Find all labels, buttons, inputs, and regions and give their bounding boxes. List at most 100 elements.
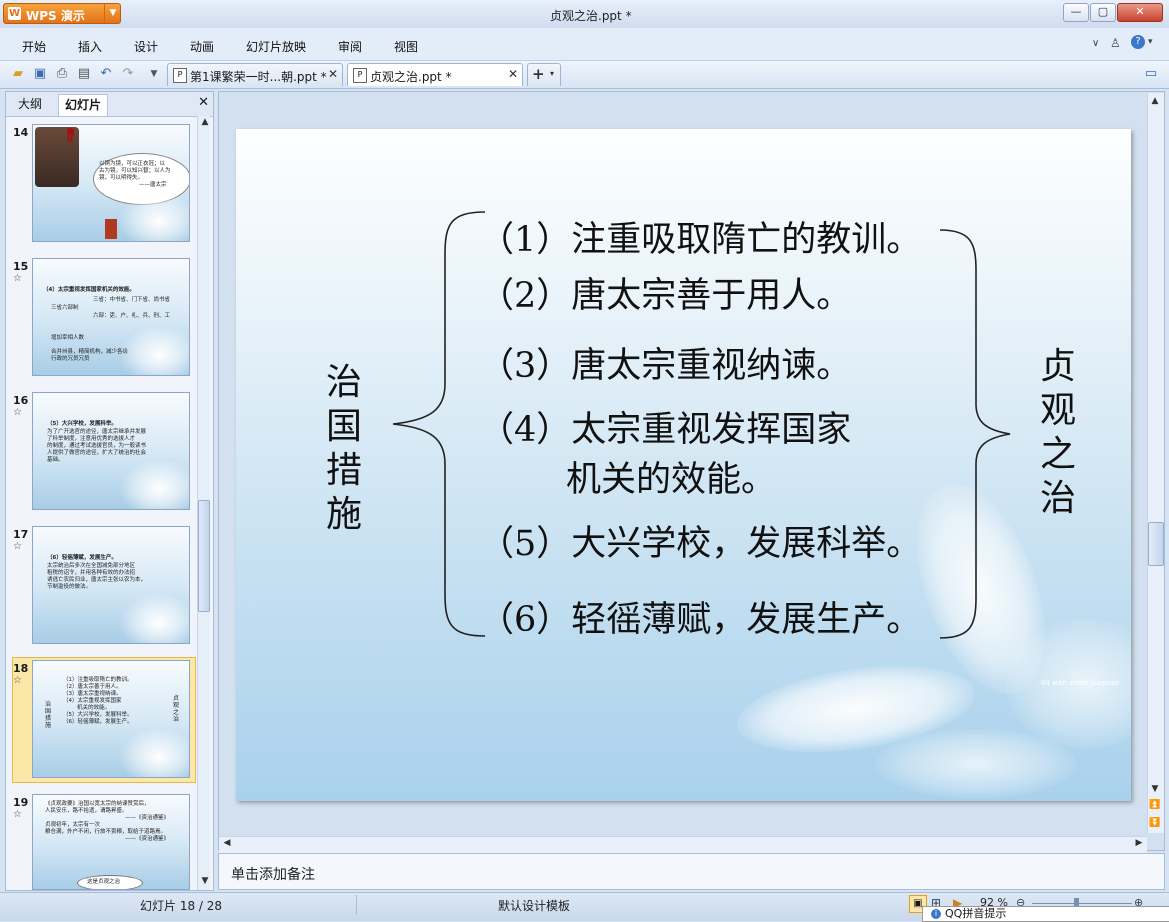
ime-notification-text: QQ拼音提示 bbox=[945, 907, 1007, 920]
thumb-text: 贞观之治 bbox=[173, 695, 180, 723]
tab-slides[interactable]: 幻灯片 bbox=[58, 94, 109, 116]
design-template-label: 默认设计模板 bbox=[498, 899, 571, 913]
decorative-caption: 04 with some purpose bbox=[1041, 679, 1119, 687]
thumb-text: 这是贞观之治 bbox=[87, 879, 121, 885]
slide-thumbnail-14[interactable]: 魏征 以铜为镜，可以正衣冠；以 古为镜，可以知兴替；以人为 镜，可以明得失。 ——唐太… bbox=[32, 124, 190, 242]
thumb-text: 以铜为镜，可以正衣冠；以 古为镜，可以知兴替；以人为 镜，可以明得失。 ——唐太宗 bbox=[99, 161, 171, 188]
chevron-down-icon[interactable]: ▼ bbox=[104, 4, 121, 23]
scroll-down-icon[interactable]: ▼ bbox=[1148, 784, 1162, 794]
slide-number: 15 bbox=[13, 260, 29, 273]
right-brace bbox=[939, 229, 1011, 639]
thumb-text: 三省：中书省、门下省、尚书省 bbox=[93, 297, 171, 303]
panel-scrollbar-thumb[interactable] bbox=[198, 500, 210, 612]
menu-start[interactable]: 开始 bbox=[22, 38, 46, 55]
layout-icon[interactable]: ▭ bbox=[1143, 66, 1159, 82]
ppt-file-icon: P bbox=[353, 68, 367, 83]
toolbar: ▰ ▣ ⎙ ▤ ↶ ↷ ▼ P 第1课繁荣一时...朝.ppt * ✕ P 贞观… bbox=[0, 61, 1169, 89]
close-button[interactable]: ✕ bbox=[1117, 3, 1163, 22]
tab-outline[interactable]: 大纲 bbox=[12, 94, 48, 115]
redo-icon[interactable]: ↷ bbox=[120, 66, 136, 82]
skin-icon[interactable]: ♙ bbox=[1110, 36, 1121, 50]
slide-item-1: （1）注重吸取隋亡的教训。 bbox=[479, 220, 922, 260]
thumb-text: 行政的冗员冗员 bbox=[51, 356, 90, 362]
slide-number: 16 bbox=[13, 394, 29, 407]
tab-document-1[interactable]: P 第1课繁荣一时...朝.ppt * ✕ bbox=[167, 63, 343, 86]
scroll-right-icon[interactable]: ▶ bbox=[1132, 838, 1146, 848]
menu-animation[interactable]: 动画 bbox=[190, 38, 214, 55]
scroll-down-icon[interactable]: ▼ bbox=[198, 876, 212, 886]
scroll-up-icon[interactable]: ▲ bbox=[1148, 96, 1162, 106]
scroll-up-icon[interactable]: ▲ bbox=[198, 117, 212, 127]
wps-logo-icon: W bbox=[8, 7, 21, 20]
slide-item-6: （6）轻徭薄赋，发展生产。 bbox=[479, 600, 922, 640]
scroll-left-icon[interactable]: ◀ bbox=[220, 838, 234, 848]
slide-thumbnail-18[interactable]: 治国措施 （1）注重吸取隋亡的教训。 （2）唐太宗善于用人。 （3）唐太宗重视纳谏。… bbox=[32, 660, 190, 778]
thumb-text: 三省六部制 bbox=[51, 305, 79, 311]
tab-label: 第1课繁荣一时...朝.ppt * bbox=[190, 70, 327, 84]
divider bbox=[356, 895, 357, 915]
maximize-button[interactable]: ▢ bbox=[1090, 3, 1116, 22]
minimize-button[interactable]: — bbox=[1063, 3, 1089, 22]
slide-item-4-cont: 机关的效能。 bbox=[566, 460, 777, 500]
slide-thumbnail-16[interactable]: （5）大兴学校，发展科举。 为了广开选官的途径，唐太宗继承并发展 了科举制度，注意… bbox=[32, 392, 190, 510]
tab-document-2[interactable]: P 贞观之治.ppt * ✕ bbox=[347, 63, 523, 86]
slide-item-5: （5）大兴学校，发展科举。 bbox=[479, 524, 922, 564]
close-icon[interactable]: ✕ bbox=[508, 67, 518, 81]
slide-item-2: （2）唐太宗善于用人。 bbox=[479, 276, 852, 316]
notes-placeholder: 单击添加备注 bbox=[231, 867, 315, 883]
slide-left-label: 治国措施 bbox=[325, 362, 362, 535]
close-icon[interactable]: ✕ bbox=[198, 95, 209, 110]
customize-toolbar-icon[interactable]: ▼ bbox=[146, 66, 162, 82]
slide-canvas[interactable]: 04 with some purpose 治国措施 贞观之治 （1）注重吸取隋亡… bbox=[236, 129, 1131, 801]
collapse-ribbon-icon[interactable]: ∨ bbox=[1092, 38, 1099, 49]
slide-thumbnail-17[interactable]: （6）轻徭薄赋，发展生产。 太宗统治后多次在全国减免部分地区 租税的诏令，并用各种… bbox=[32, 526, 190, 644]
left-brace bbox=[392, 211, 486, 637]
slide-number: 19 bbox=[13, 796, 29, 809]
panel-tabs: 大纲 幻灯片 ✕ bbox=[6, 92, 213, 117]
previous-slide-icon[interactable]: ⏫ bbox=[1148, 800, 1162, 810]
open-icon[interactable]: ▰ bbox=[10, 66, 26, 82]
menu-bar: 开始 插入 设计 动画 幻灯片放映 审阅 视图 ∨ ♙ ? ▾ bbox=[0, 28, 1169, 61]
plus-icon: + bbox=[532, 65, 545, 83]
menu-view[interactable]: 视图 bbox=[394, 38, 418, 55]
save-icon[interactable]: ▣ bbox=[32, 66, 48, 82]
slide-number: 18 bbox=[13, 662, 29, 675]
thumb-text: 六部：吏、户、礼、兵、刑、工 bbox=[93, 313, 171, 319]
menu-review[interactable]: 审阅 bbox=[338, 38, 362, 55]
thumb-text: （4）太宗重视发挥国家机关的效能。 bbox=[43, 287, 135, 293]
menu-insert[interactable]: 插入 bbox=[78, 38, 102, 55]
print-preview-icon[interactable]: ▤ bbox=[76, 66, 92, 82]
vertical-scrollbar[interactable] bbox=[1147, 93, 1164, 833]
new-tab-button[interactable]: + ▾ bbox=[527, 63, 561, 86]
slide-number: 17 bbox=[13, 528, 29, 541]
chevron-down-icon[interactable]: ▾ bbox=[550, 69, 554, 78]
thumb-text: 《贞观政要》治国以宽太宗的纳谏赞赏后， 人民安乐，路不拾遗，谓路昇盛。 ——《资治通… bbox=[45, 801, 170, 842]
slides-panel: 大纲 幻灯片 ✕ 14 魏征 以铜为镜，可以正衣冠；以 古为镜，可以知兴替；以人为… bbox=[5, 91, 214, 891]
close-icon[interactable]: ✕ bbox=[328, 67, 338, 81]
help-icon[interactable]: ? bbox=[1131, 35, 1145, 49]
notes-pane[interactable]: 单击添加备注 bbox=[218, 853, 1165, 890]
figure-image bbox=[105, 219, 117, 239]
title-bar: W WPS 演示 ▼ 贞观之治.ppt * — ▢ ✕ bbox=[0, 0, 1169, 29]
vertical-scrollbar-thumb[interactable] bbox=[1148, 522, 1164, 566]
thumb-text: 太宗统治后多次在全国减免部分地区 租税的诏令，并用各种有效的办法招 诱逃亡农民归业，… bbox=[47, 563, 147, 590]
slide-thumbnail-15[interactable]: （4）太宗重视发挥国家机关的效能。 三省六部制 三省：中书省、门下省、尚书省 六… bbox=[32, 258, 190, 376]
menu-design[interactable]: 设计 bbox=[134, 38, 158, 55]
thumb-text: （1）注重吸取隋亡的教训。 （2）唐太宗善于用人。 （3）唐太宗重视纳谏。 （4）太宗… bbox=[63, 677, 133, 725]
slide-number: 14 bbox=[13, 126, 29, 139]
undo-icon[interactable]: ↶ bbox=[98, 66, 114, 82]
next-slide-icon[interactable]: ⏬ bbox=[1148, 818, 1162, 828]
tab-label: 贞观之治.ppt * bbox=[370, 70, 452, 84]
horizontal-scrollbar[interactable] bbox=[219, 836, 1147, 853]
zoom-slider[interactable] bbox=[1032, 903, 1132, 904]
help-dropdown-icon[interactable]: ▾ bbox=[1148, 37, 1153, 47]
animation-star-icon: ☆ bbox=[13, 273, 22, 284]
app-menu-button[interactable]: W WPS 演示 ▼ bbox=[3, 3, 121, 24]
slide-right-label: 贞观之治 bbox=[1039, 346, 1076, 519]
print-icon[interactable]: ⎙ bbox=[54, 66, 70, 82]
slide-thumbnail-19[interactable]: 《贞观政要》治国以宽太宗的纳谏赞赏后， 人民安乐，路不拾遗，谓路昇盛。 ——《资治通… bbox=[32, 794, 190, 890]
menu-slideshow[interactable]: 幻灯片放映 bbox=[246, 38, 306, 55]
thumb-text: 魏征 bbox=[67, 128, 74, 143]
animation-star-icon: ☆ bbox=[13, 407, 22, 418]
ppt-file-icon: P bbox=[173, 68, 187, 83]
